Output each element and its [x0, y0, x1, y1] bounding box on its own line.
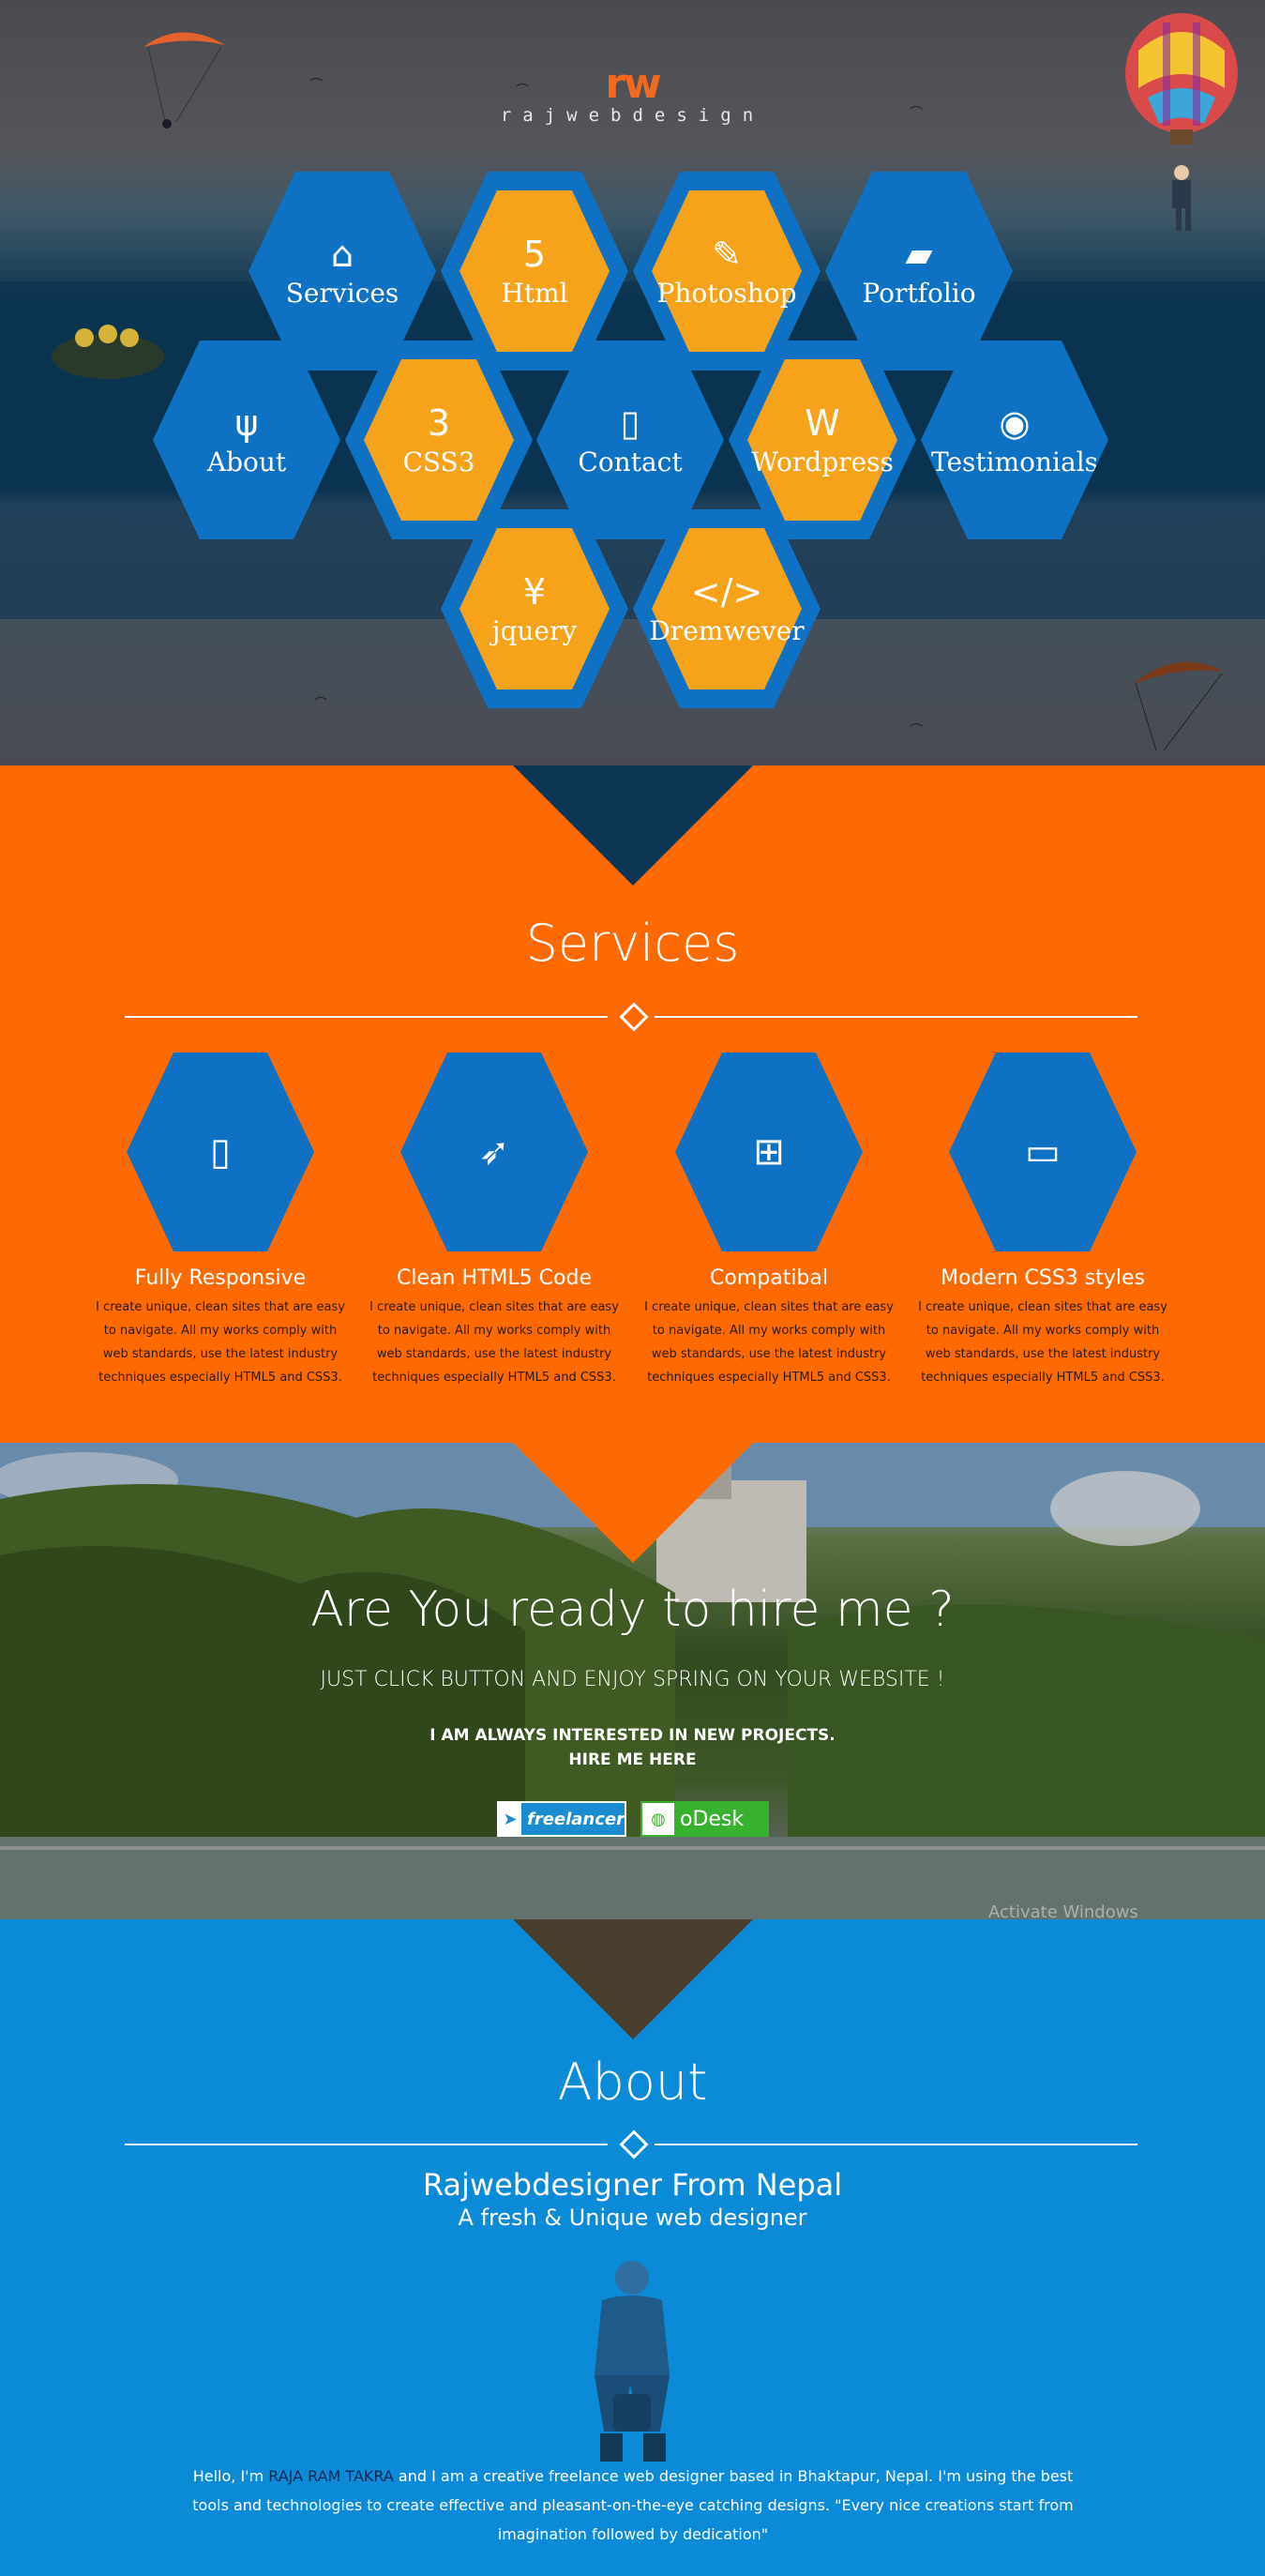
hex-content: ¥ jquery	[492, 571, 577, 646]
wordpress-icon: W	[805, 402, 840, 444]
bird-icon: ⌒	[314, 697, 327, 712]
hex-content: ✎ Photoshop	[656, 234, 796, 309]
arrow-divider	[513, 765, 753, 886]
service-card: ▯ Fully Responsive I create unique, clean …	[94, 1053, 347, 1389]
services-section: Services ▯ Fully Responsive I create uniqu…	[0, 765, 1265, 1443]
hex-menu-label: Wordpress	[751, 447, 894, 477]
activate-windows-watermark: Activate Windows	[988, 1902, 1138, 1919]
about-section: About Rajwebdesigner From Nepal A fresh …	[0, 1919, 1265, 2576]
services-title: Services	[525, 914, 740, 973]
freelancer-button[interactable]: ➤ freelancer	[497, 1801, 626, 1837]
about-title: About	[557, 2053, 708, 2112]
logo-text[interactable]: rajwebdesign	[0, 105, 1265, 126]
bio-intro: Hello, I'm	[192, 2467, 269, 2485]
hero-section: ⌒ ⌒ ⌒ ⌒ ⌒ rw rajwebdesign ⌂ Services 5 Html…	[0, 0, 1265, 765]
hex-menu-label: Portfolio	[862, 278, 976, 309]
about-name: Rajwebdesigner From Nepal	[422, 2167, 843, 2203]
services-divider	[125, 1002, 1137, 1032]
hex-menu-label: jquery	[491, 615, 578, 646]
about-bio: Hello, I'm RAJA RAM TAKRA and I am a cre…	[183, 2462, 1083, 2549]
mobile-icon: ▯	[620, 402, 640, 444]
profile-photo	[595, 2261, 670, 2462]
hex-content: ▰ Portfolio	[862, 234, 975, 309]
service-card: ⊞ Compatibal I create unique, clean sites …	[642, 1053, 896, 1389]
hire-line1: I AM ALWAYS INTERESTED IN NEW PROJECTS.	[429, 1726, 836, 1745]
windows-icon: ⊞	[675, 1053, 863, 1251]
brush-icon: ✎	[712, 234, 742, 275]
odesk-label: oDesk	[680, 1807, 745, 1831]
about-divider	[125, 2129, 1137, 2159]
service-card: ▭ Modern CSS3 styles I create unique, clea…	[916, 1053, 1169, 1389]
hire-section: Are You ready to hire me ? JUST CLICK BU…	[0, 1443, 1265, 1919]
logo-mark[interactable]: rw	[0, 60, 1265, 108]
html5-icon: 5	[522, 234, 547, 275]
service-title: Clean HTML5 Code	[397, 1266, 592, 1290]
service-title: Compatibal	[710, 1266, 828, 1290]
hire-subheading: JUST CLICK BUTTON AND ENJOY SPRING ON YO…	[320, 1668, 945, 1691]
hex-menu-label: Photoshop	[656, 278, 797, 309]
freelancer-label: freelancer	[526, 1809, 625, 1829]
odesk-button[interactable]: ◍ oDesk	[640, 1801, 769, 1837]
paraglider-small-image	[1132, 661, 1224, 751]
hex-content: ▯ Contact	[578, 402, 682, 477]
about-tagline: A fresh & Unique web designer	[458, 2205, 807, 2231]
hex-content: 3 CSS3	[402, 402, 474, 477]
service-description: I create unique, clean sites that are ea…	[918, 1300, 1167, 1385]
hex-content: ◉ Testimonials	[931, 402, 1098, 477]
arrow-divider	[513, 1443, 753, 1563]
laptop-icon: ▭	[949, 1053, 1137, 1251]
service-title: Modern CSS3 styles	[940, 1266, 1146, 1290]
hex-content: ψ About	[207, 402, 286, 477]
hire-heading: Are You ready to hire me ?	[310, 1582, 955, 1638]
code-icon: </>	[690, 571, 763, 613]
bio-name-link[interactable]: RAJA RAM TAKRA	[268, 2467, 394, 2485]
freelancer-bird-icon: ➤	[499, 1803, 521, 1835]
service-title: Fully Responsive	[134, 1266, 307, 1290]
bitbucket-icon: ◉	[999, 402, 1031, 444]
folder-icon: ▰	[905, 234, 933, 275]
home-icon: ⌂	[330, 234, 354, 275]
css3-icon: 3	[427, 402, 451, 444]
bird-icon: ⌒	[910, 723, 923, 738]
hex-content: 5 Html	[501, 234, 567, 309]
hire-line2: HIRE ME HERE	[568, 1750, 697, 1769]
hex-menu-label: About	[206, 447, 287, 477]
odesk-icon: ◍	[642, 1803, 674, 1835]
arrow-divider	[513, 1919, 753, 2039]
rocket-icon: ➶	[400, 1053, 588, 1251]
raft-image	[52, 325, 164, 379]
service-description: I create unique, clean sites that are ea…	[644, 1300, 894, 1385]
hex-menu-label: Contact	[578, 447, 683, 477]
service-description: I create unique, clean sites that are ea…	[96, 1300, 345, 1385]
yen-icon: ¥	[522, 571, 547, 613]
hex-menu-label: Services	[285, 278, 399, 309]
service-description: I create unique, clean sites that are ea…	[369, 1300, 619, 1385]
service-card: ➶ Clean HTML5 Code I create unique, clean …	[368, 1053, 621, 1389]
hex-content: </> Dremwever	[649, 571, 804, 646]
mobile-icon: ▯	[127, 1053, 314, 1251]
hex-menu-label: Dremwever	[649, 615, 805, 646]
hex-menu-label: Html	[501, 278, 568, 309]
balloon-image	[1125, 13, 1238, 231]
hex-content: ⌂ Services	[286, 234, 399, 309]
hex-menu-label: Testimonials	[930, 447, 1099, 477]
cutlery-icon: ψ	[234, 402, 259, 444]
hex-content: W Wordpress	[751, 402, 894, 477]
hex-menu-label: CSS3	[402, 447, 475, 477]
